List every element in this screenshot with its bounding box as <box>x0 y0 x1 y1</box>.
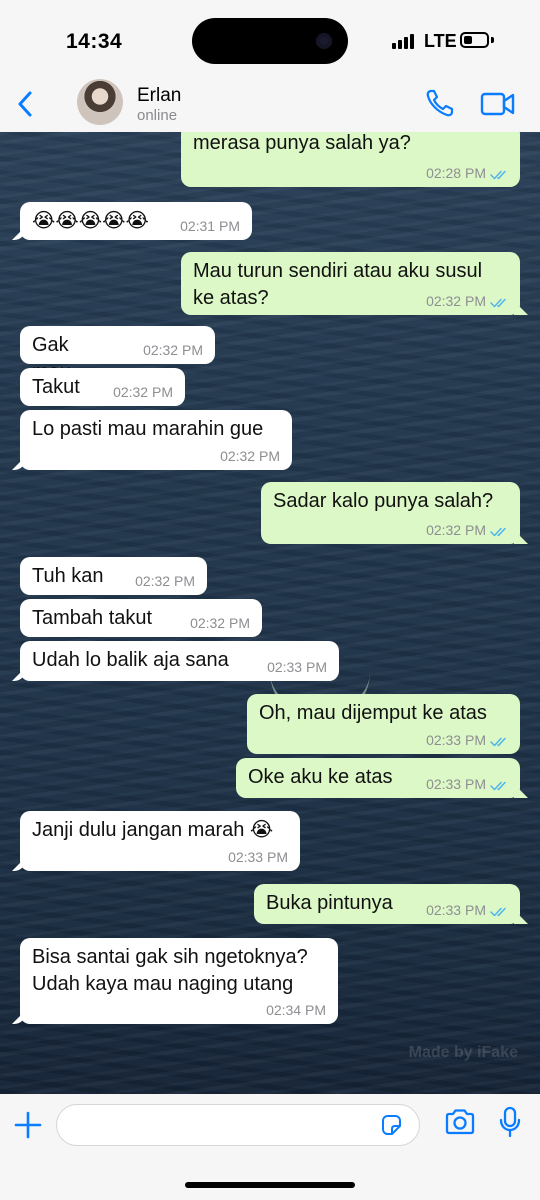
sticker-icon[interactable] <box>379 1113 403 1137</box>
message-time: 02:32 PM <box>143 341 203 360</box>
read-receipt-icon <box>490 527 506 536</box>
message-time: 02:32 PM <box>426 521 510 540</box>
incoming-message[interactable]: Tuh kan 02:32 PM <box>20 557 207 595</box>
voice-call-button[interactable] <box>424 87 456 119</box>
status-bar: 14:34 LTE <box>0 0 540 80</box>
read-receipt-icon <box>490 781 506 790</box>
outgoing-message[interactable]: Buka pintunya 02:33 PM <box>254 884 520 924</box>
message-time-text: 02:34 PM <box>266 1002 326 1019</box>
incoming-message[interactable]: Gak mau02:32 PM <box>20 326 215 383</box>
message-time-text: 02:32 PM <box>426 293 486 310</box>
message-time: 02:32 PM <box>135 572 195 591</box>
attach-button[interactable] <box>13 1110 43 1140</box>
outgoing-message[interactable]: merasa punya salah ya? 02:28 PM <box>181 132 520 187</box>
battery-icon <box>460 32 489 48</box>
plus-icon <box>14 1111 42 1139</box>
battery-tip <box>491 37 494 43</box>
message-time: 02:28 PM <box>426 164 510 183</box>
message-time-text: 02:32 PM <box>190 615 250 632</box>
message-time-text: 02:33 PM <box>267 659 327 676</box>
home-indicator <box>185 1182 355 1188</box>
message-time-text: 02:32 PM <box>220 448 280 465</box>
read-receipt-icon <box>490 737 506 746</box>
video-call-button[interactable] <box>480 90 516 118</box>
message-text: Oh, mau dijemput ke atas <box>259 702 487 724</box>
message-input[interactable] <box>71 1105 375 1145</box>
incoming-message[interactable]: Takut 02:32 PM <box>20 368 185 406</box>
camera-icon <box>445 1109 475 1135</box>
front-camera-icon <box>316 33 332 49</box>
message-input-field[interactable] <box>56 1104 420 1146</box>
read-receipt-icon <box>490 298 506 307</box>
camera-button[interactable] <box>444 1108 476 1136</box>
message-time: 02:31 PM <box>180 217 240 236</box>
message-time-text: 02:28 PM <box>426 165 486 182</box>
avatar[interactable] <box>77 79 123 125</box>
microphone-icon <box>499 1106 521 1138</box>
message-time: 02:33 PM <box>426 775 510 794</box>
message-time-text: 02:33 PM <box>426 732 486 749</box>
video-camera-icon <box>480 92 515 116</box>
message-time: 02:32 PM <box>113 383 173 402</box>
signal-strength-icon <box>392 33 418 49</box>
contact-status: online <box>137 107 178 124</box>
message-time: 02:33 PM <box>267 658 327 677</box>
outgoing-message[interactable]: Sadar kalo punya salah? 02:32 PM <box>261 482 520 544</box>
read-receipt-icon <box>490 170 506 179</box>
incoming-message[interactable]: Janji dulu jangan marah 😭 02:33 PM <box>20 811 300 871</box>
message-time-text: 02:32 PM <box>426 522 486 539</box>
read-receipt-icon <box>490 907 506 916</box>
back-button[interactable] <box>10 86 40 122</box>
incoming-message[interactable]: 😭😭😭😭😭 02:31 PM <box>20 202 252 240</box>
message-text: merasa punya salah ya? <box>193 132 411 154</box>
message-time-text: 02:33 PM <box>228 849 288 866</box>
watermark: Made by iFake <box>408 1044 518 1061</box>
message-text: Bisa santai gak sih ngetoknya? Udah kaya… <box>32 946 308 995</box>
message-time-text: 02:32 PM <box>135 573 195 590</box>
message-time: 02:32 PM <box>426 292 510 311</box>
incoming-message[interactable]: Tambah takut 02:32 PM <box>20 599 262 637</box>
message-time: 02:32 PM <box>220 447 280 466</box>
contact-name[interactable]: Erlan <box>137 85 181 107</box>
composer-bar <box>0 1094 540 1200</box>
message-time: 02:32 PM <box>190 614 250 633</box>
phone-icon <box>426 89 454 117</box>
chat-area[interactable]: merasa punya salah ya? 02:28 PM 😭😭😭😭😭 02:31… <box>0 132 540 1094</box>
chat-header: Erlan online <box>0 79 540 132</box>
incoming-message[interactable]: Bisa santai gak sih ngetoknya? Udah kaya… <box>20 938 338 1024</box>
message-text: Lo pasti mau marahin gue <box>32 418 264 440</box>
outgoing-message[interactable]: Oke aku ke atas 02:33 PM <box>236 758 520 798</box>
message-time: 02:33 PM <box>426 901 510 920</box>
back-chevron-icon <box>18 91 32 117</box>
message-time-text: 02:32 PM <box>113 384 173 401</box>
incoming-message[interactable]: Udah lo balik aja sana 02:33 PM <box>20 641 339 681</box>
voice-note-button[interactable] <box>498 1106 522 1138</box>
battery-level <box>464 36 472 44</box>
outgoing-message[interactable]: Oh, mau dijemput ke atas 02:33 PM <box>247 694 520 754</box>
outgoing-message[interactable]: Mau turun sendiri atau aku susul ke atas… <box>181 252 520 315</box>
dynamic-island <box>192 18 348 64</box>
network-type: LTE <box>424 31 457 51</box>
message-text: Janji dulu jangan marah 😭 <box>32 819 274 841</box>
message-time-text: 02:31 PM <box>180 218 240 235</box>
message-time: 02:33 PM <box>426 731 510 750</box>
message-time: 02:34 PM <box>266 1001 326 1020</box>
status-time: 14:34 <box>66 30 123 53</box>
message-time: 02:33 PM <box>228 848 288 867</box>
message-time-text: 02:33 PM <box>426 776 486 793</box>
message-time-text: 02:33 PM <box>426 902 486 919</box>
incoming-message[interactable]: Lo pasti mau marahin gue 02:32 PM <box>20 410 292 470</box>
message-time-text: 02:32 PM <box>143 342 203 359</box>
message-text: Sadar kalo punya salah? <box>273 490 494 512</box>
